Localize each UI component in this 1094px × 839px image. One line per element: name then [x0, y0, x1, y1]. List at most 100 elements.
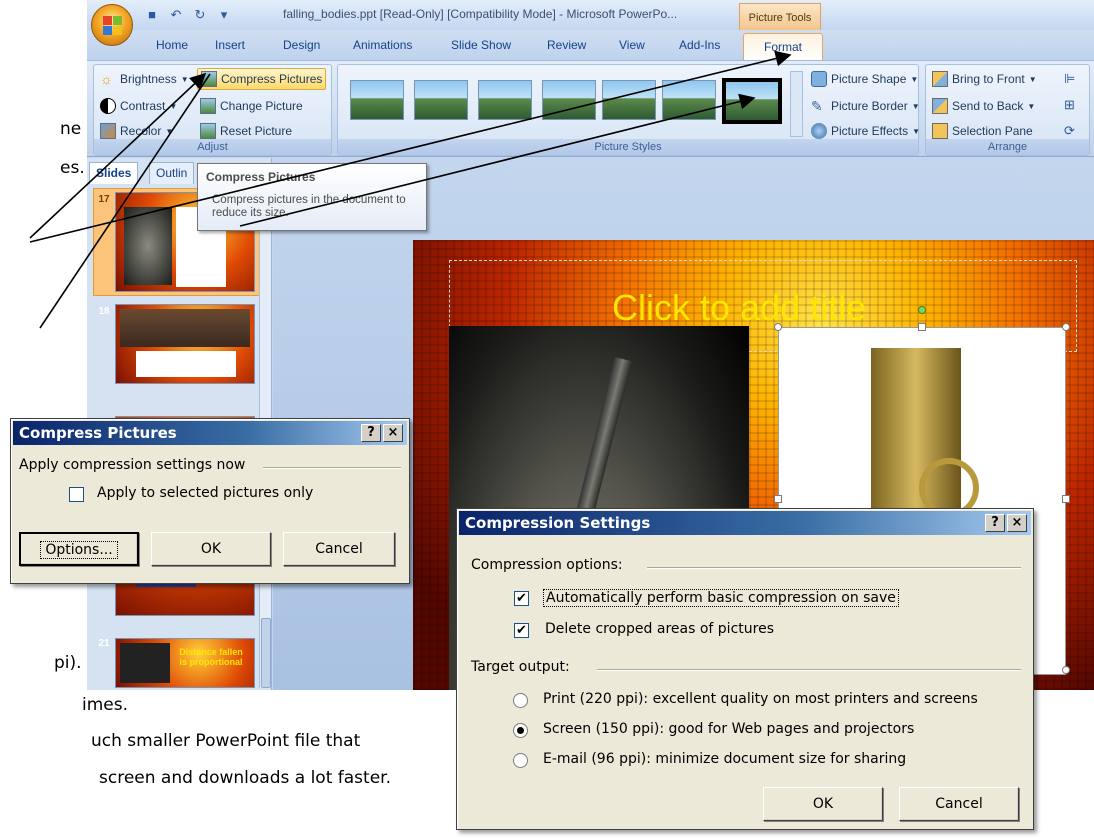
redo-icon[interactable]: ↻ [191, 6, 209, 24]
apply-selected-label[interactable]: Apply to selected pictures only [97, 485, 313, 501]
screen-radio[interactable] [513, 723, 528, 738]
adjust-group-label: Adjust [94, 139, 331, 155]
contrast-button[interactable]: Contrast ▼ [97, 95, 180, 117]
tab-view[interactable]: View [619, 38, 645, 52]
ribbon: ☼ Brightness ▼ Compress Pictures Contrast… [87, 60, 1094, 157]
resize-handle[interactable] [918, 323, 926, 331]
doc-text-line: imes. [82, 695, 129, 715]
office-button[interactable] [91, 4, 133, 46]
picture-tools-context-label: Picture Tools [739, 3, 821, 31]
brightness-icon: ☼ [100, 71, 113, 87]
dropdown-arrow-icon: ▼ [169, 101, 178, 111]
print-radio[interactable] [513, 693, 528, 708]
target-output-label: Target output: [471, 659, 570, 675]
group-divider [263, 467, 401, 469]
undo-icon[interactable]: ↶ [167, 6, 185, 24]
compress-pictures-button[interactable]: Compress Pictures [197, 68, 327, 90]
tab-design[interactable]: Design [283, 38, 320, 52]
tab-review[interactable]: Review [547, 38, 586, 52]
auto-compress-label[interactable]: Automatically perform basic compression … [543, 589, 899, 607]
tab-slides[interactable]: Slides [89, 162, 139, 184]
help-button[interactable]: ? [985, 514, 1005, 532]
tab-outline[interactable]: Outlin [149, 162, 195, 184]
picture-effects-label: Picture Effects [831, 124, 909, 138]
options-button-label: Options... [40, 541, 118, 559]
doc-text-line: screen and downloads a lot faster. [99, 768, 391, 788]
group-icon[interactable]: ⊞ [1064, 97, 1075, 113]
send-to-back-label: Send to Back [952, 99, 1024, 113]
help-button[interactable]: ? [361, 424, 381, 442]
rotate-handle[interactable] [918, 306, 926, 314]
delete-cropped-label[interactable]: Delete cropped areas of pictures [545, 621, 774, 637]
arrange-group-label: Arrange [926, 139, 1089, 155]
compress-pictures-icon [201, 71, 217, 87]
compression-settings-dialog: Compression Settings ? × Compression opt… [456, 508, 1034, 830]
office-logo-icon [103, 16, 123, 36]
save-icon[interactable]: ■ [143, 6, 161, 24]
tab-add-ins[interactable]: Add-Ins [679, 38, 720, 52]
close-button[interactable]: × [383, 424, 403, 442]
resize-handle[interactable] [774, 495, 782, 503]
picture-style-thumb[interactable] [350, 80, 404, 120]
email-radio[interactable] [513, 753, 528, 768]
selection-pane-label: Selection Pane [952, 124, 1033, 138]
delete-cropped-checkbox[interactable]: ✔ [514, 623, 529, 638]
resize-handle[interactable] [1062, 495, 1070, 503]
quick-access-toolbar: ■ ↶ ↻ ▾ [143, 6, 233, 24]
thumbnail-text: Distance fallen is proportional [179, 647, 243, 667]
picture-style-thumb-selected[interactable] [722, 78, 782, 124]
resize-handle[interactable] [774, 323, 782, 331]
adjust-group: ☼ Brightness ▼ Compress Pictures Contrast… [93, 64, 332, 156]
bring-to-front-button[interactable]: Bring to Front ▼ [929, 68, 1040, 90]
ok-button[interactable]: OK [151, 532, 271, 566]
customize-qat-icon[interactable]: ▾ [215, 6, 233, 24]
group-divider [597, 669, 1021, 671]
title-placeholder-text: Click to add title [612, 287, 867, 328]
slide-thumbnail[interactable]: Distance fallen is proportional [115, 638, 255, 688]
tab-slide-show[interactable]: Slide Show [451, 38, 511, 52]
picture-border-icon: ✎ [811, 98, 823, 114]
cancel-button[interactable]: Cancel [899, 787, 1019, 821]
slide-thumbnail[interactable] [115, 304, 255, 384]
resize-handle[interactable] [1062, 666, 1070, 674]
picture-shape-icon [811, 71, 827, 87]
tab-home[interactable]: Home [156, 38, 188, 52]
brightness-button[interactable]: ☼ Brightness ▼ [97, 68, 192, 90]
picture-border-button[interactable]: ✎ Picture Border ▼ [808, 95, 923, 117]
print-option-label[interactable]: Print (220 ppi): excellent quality on mo… [543, 691, 978, 707]
compress-pictures-tooltip: Compress Pictures Compress pictures in t… [197, 163, 427, 231]
email-option-label[interactable]: E-mail (96 ppi): minimize document size … [543, 751, 906, 767]
options-button[interactable]: Options... [19, 532, 139, 566]
apply-selected-checkbox[interactable] [69, 487, 84, 502]
ok-button[interactable]: OK [763, 787, 883, 821]
title-bar: ■ ↶ ↻ ▾ falling_bodies.ppt [Read-Only] [… [87, 0, 1094, 31]
tooltip-title: Compress Pictures [206, 170, 316, 184]
send-to-back-button[interactable]: Send to Back ▼ [929, 95, 1038, 117]
picture-style-thumb[interactable] [542, 80, 596, 120]
scroll-thumb[interactable] [261, 618, 271, 688]
picture-style-thumb[interactable] [662, 80, 716, 120]
picture-style-thumb[interactable] [414, 80, 468, 120]
dialog-title-bar: Compress Pictures ? × [13, 421, 407, 445]
recolor-icon [100, 123, 116, 139]
close-button[interactable]: × [1007, 514, 1027, 532]
change-picture-button[interactable]: Change Picture [197, 95, 306, 117]
compress-pictures-label: Compress Pictures [221, 72, 323, 86]
auto-compress-checkbox[interactable]: ✔ [514, 591, 529, 606]
picture-shape-button[interactable]: Picture Shape ▼ [808, 68, 921, 90]
gallery-scroll[interactable] [790, 71, 803, 137]
arrange-group: Bring to Front ▼ Send to Back ▼ Selection … [925, 64, 1090, 156]
tab-insert[interactable]: Insert [215, 38, 245, 52]
dropdown-arrow-icon: ▼ [180, 74, 189, 84]
tab-animations[interactable]: Animations [353, 38, 412, 52]
picture-style-thumb[interactable] [602, 80, 656, 120]
align-icon[interactable]: ⊫ [1064, 71, 1075, 87]
screen-option-label[interactable]: Screen (150 ppi): good for Web pages and… [543, 721, 914, 737]
rotate-icon[interactable]: ⟳ [1064, 123, 1075, 139]
tab-format[interactable]: Format [743, 33, 823, 61]
picture-styles-group: Picture Shape ▼ ✎ Picture Border ▼ Picture… [337, 64, 921, 156]
picture-style-thumb[interactable] [478, 80, 532, 120]
cancel-button[interactable]: Cancel [283, 532, 395, 566]
resize-handle[interactable] [1062, 323, 1070, 331]
slide-number: 17 [98, 194, 110, 205]
